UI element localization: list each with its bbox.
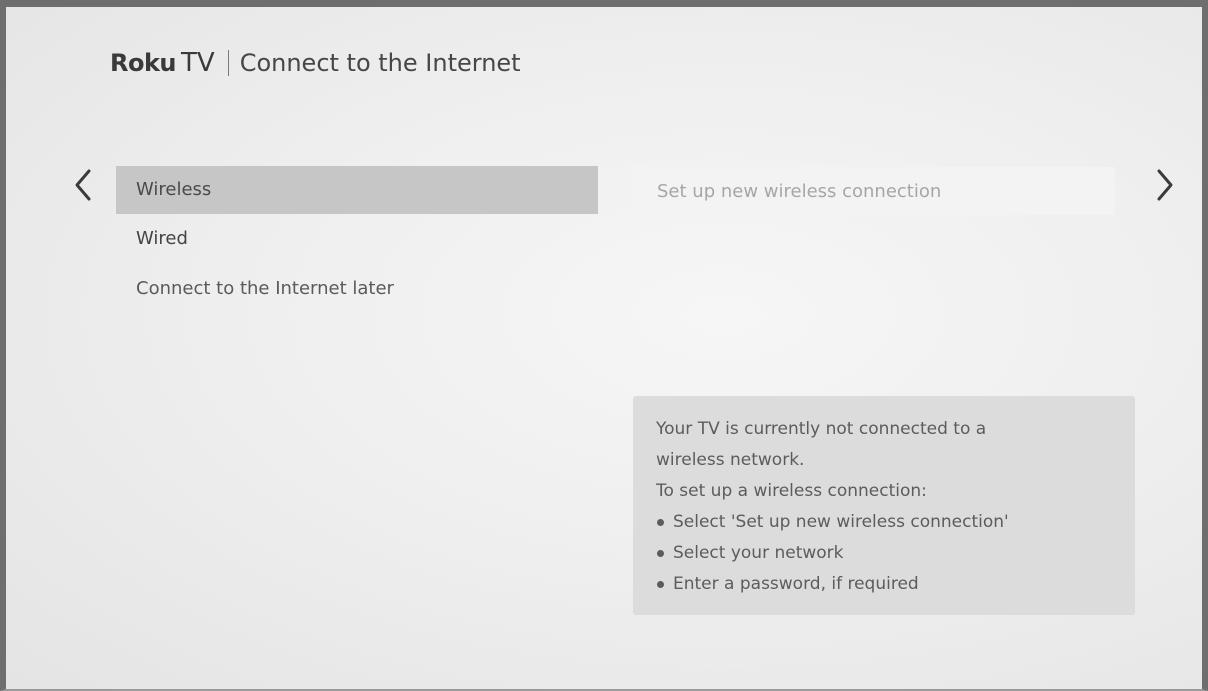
chevron-right-icon [1157, 169, 1173, 201]
instruction-list: Select 'Set up new wireless connection' … [656, 507, 1115, 600]
option-label: Set up new wireless connection [657, 181, 942, 202]
help-info-panel: Your TV is currently not connected to a … [633, 396, 1135, 615]
roku-setup-screen: Roku TV Connect to the Internet Wireless… [0, 0, 1208, 691]
instruction-text: Select your network [673, 543, 844, 563]
bullet-icon [657, 581, 664, 588]
roku-tv-logo-suffix: TV [181, 48, 215, 78]
instruction-item: Select 'Set up new wireless connection' [656, 507, 1115, 538]
connection-type-menu: Wireless Wired Connect to the Internet l… [116, 166, 598, 314]
setup-new-wireless-option[interactable]: Set up new wireless connection [633, 167, 1115, 215]
menu-item-label: Wireless [136, 179, 212, 200]
chevron-left-icon [75, 169, 91, 201]
page-header: Roku TV Connect to the Internet [110, 41, 521, 85]
back-button[interactable] [72, 165, 94, 205]
menu-item-label: Wired [136, 228, 188, 249]
menu-item-wired[interactable]: Wired [116, 214, 598, 264]
menu-item-wireless[interactable]: Wireless [116, 166, 598, 214]
roku-logo: Roku [110, 49, 177, 77]
menu-item-connect-later[interactable]: Connect to the Internet later [116, 264, 598, 314]
instruction-item: Enter a password, if required [656, 569, 1115, 600]
menu-item-label: Connect to the Internet later [136, 278, 394, 299]
header-divider [227, 50, 229, 76]
bullet-icon [657, 519, 664, 526]
instruction-text: Select 'Set up new wireless connection' [673, 512, 1009, 532]
info-text-line: To set up a wireless connection: [656, 481, 927, 501]
instruction-text: Enter a password, if required [673, 574, 919, 594]
instruction-item: Select your network [656, 538, 1115, 569]
page-title: Connect to the Internet [239, 49, 521, 77]
forward-button[interactable] [1154, 165, 1176, 205]
bullet-icon [657, 550, 664, 557]
info-text-line: Your TV is currently not connected to a [656, 419, 987, 439]
info-text-line: wireless network. [656, 450, 805, 470]
